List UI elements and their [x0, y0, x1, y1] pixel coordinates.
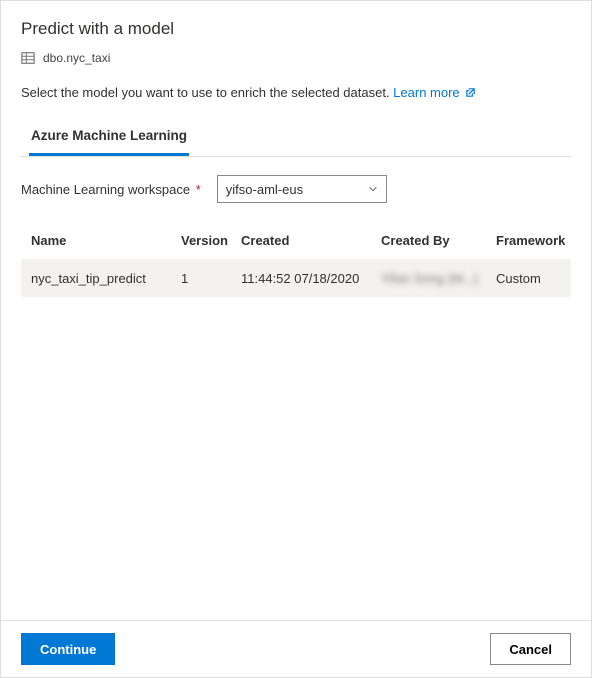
col-created-by: Created By: [381, 233, 496, 248]
dataset-name: dbo.nyc_taxi: [43, 51, 110, 65]
external-link-icon: [463, 85, 476, 100]
intro-body: Select the model you want to use to enri…: [21, 85, 393, 100]
panel-content: Predict with a model dbo.nyc_taxi Select…: [1, 1, 591, 620]
cell-name: nyc_taxi_tip_predict: [31, 271, 181, 286]
col-created: Created: [241, 233, 381, 248]
learn-more-link[interactable]: Learn more: [393, 85, 476, 100]
panel-footer: Continue Cancel: [1, 620, 591, 677]
chevron-down-icon: [368, 182, 378, 197]
models-table: Name Version Created Created By Framewor…: [21, 221, 571, 297]
cell-version: 1: [181, 271, 241, 286]
cancel-button[interactable]: Cancel: [490, 633, 571, 665]
dataset-row: dbo.nyc_taxi: [21, 51, 571, 65]
workspace-selected-value: yifso-aml-eus: [226, 182, 303, 197]
workspace-field-row: Machine Learning workspace * yifso-aml-e…: [21, 175, 571, 203]
cell-created: 11:44:52 07/18/2020: [241, 271, 381, 286]
table-row[interactable]: nyc_taxi_tip_predict 1 11:44:52 07/18/20…: [21, 259, 571, 297]
workspace-label-text: Machine Learning workspace: [21, 182, 190, 197]
cell-framework: Custom: [496, 271, 576, 286]
col-name: Name: [31, 233, 181, 248]
required-mark: *: [196, 182, 201, 197]
tab-bar: Azure Machine Learning: [21, 120, 571, 157]
col-framework: Framework: [496, 233, 576, 248]
learn-more-label: Learn more: [393, 85, 459, 100]
page-title: Predict with a model: [21, 19, 571, 39]
continue-button[interactable]: Continue: [21, 633, 115, 665]
table-icon: [21, 51, 35, 65]
workspace-label: Machine Learning workspace *: [21, 182, 201, 197]
predict-model-panel: Predict with a model dbo.nyc_taxi Select…: [0, 0, 592, 678]
col-version: Version: [181, 233, 241, 248]
intro-text: Select the model you want to use to enri…: [21, 85, 571, 100]
table-header: Name Version Created Created By Framewor…: [21, 221, 571, 259]
cell-created-by: Yifan Song (M...): [381, 271, 496, 286]
workspace-dropdown[interactable]: yifso-aml-eus: [217, 175, 387, 203]
tab-azure-ml[interactable]: Azure Machine Learning: [29, 120, 189, 156]
